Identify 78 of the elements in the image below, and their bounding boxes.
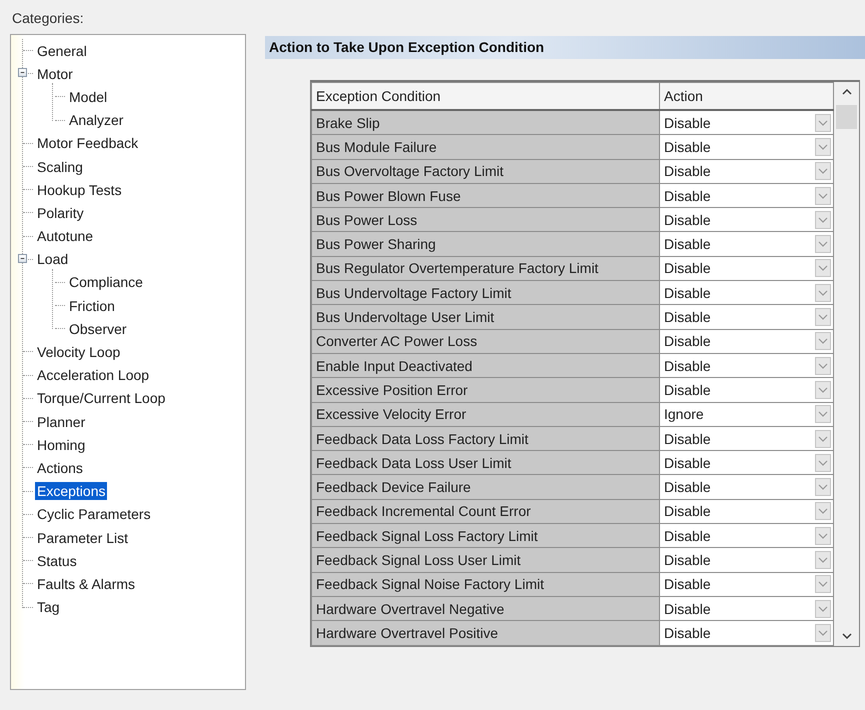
condition-cell: Feedback Data Loss User Limit: [312, 450, 660, 475]
condition-cell: Feedback Data Loss Factory Limit: [312, 426, 660, 451]
tree-item[interactable]: Autotune: [35, 227, 96, 246]
condition-cell: Feedback Incremental Count Error: [312, 499, 660, 524]
collapse-icon[interactable]: [18, 254, 27, 263]
condition-cell: Feedback Signal Loss User Limit: [312, 548, 660, 572]
action-dropdown[interactable]: Disable: [660, 111, 834, 134]
tree-item[interactable]: Planner: [35, 412, 88, 431]
tree-item[interactable]: Motor: [35, 64, 75, 83]
tree-item[interactable]: Status: [35, 552, 79, 570]
tree-item[interactable]: Tag: [35, 598, 62, 616]
condition-cell: Hardware Overtravel Negative: [312, 596, 660, 621]
action-dropdown[interactable]: Disable: [660, 427, 834, 450]
tree-item[interactable]: General: [35, 42, 89, 60]
action-dropdown[interactable]: Disable: [660, 160, 834, 183]
action-dropdown[interactable]: Disable: [660, 524, 834, 548]
tree-item[interactable]: Torque/Current Loop: [35, 389, 168, 408]
tree-item[interactable]: Friction: [67, 296, 117, 315]
condition-cell: Enable Input Deactivated: [312, 353, 660, 378]
collapse-icon[interactable]: [18, 68, 27, 78]
condition-cell: Excessive Velocity Error: [312, 402, 660, 426]
action-dropdown[interactable]: Disable: [660, 330, 834, 353]
action-dropdown[interactable]: Disable: [660, 281, 834, 304]
action-dropdown[interactable]: Disable: [660, 621, 834, 644]
condition-cell: Feedback Device Failure: [312, 474, 660, 500]
condition-cell: Converter AC Power Loss: [312, 329, 660, 354]
tree-item[interactable]: Motor Feedback: [35, 134, 140, 152]
action-dropdown[interactable]: Disable: [660, 306, 834, 329]
condition-cell: Bus Overvoltage Factory Limit: [312, 159, 660, 184]
scroll-thumb[interactable]: [836, 105, 858, 129]
action-dropdown[interactable]: Disable: [660, 597, 834, 620]
action-dropdown[interactable]: Disable: [660, 208, 834, 232]
tree-item[interactable]: Analyzer: [67, 111, 126, 130]
action-dropdown[interactable]: Disable: [660, 135, 834, 158]
condition-cell: Bus Power Blown Fuse: [312, 183, 660, 208]
tree-item[interactable]: Acceleration Loop: [35, 366, 152, 384]
tree-item[interactable]: Velocity Loop: [35, 343, 122, 362]
scroll-down-icon[interactable]: [842, 632, 852, 639]
condition-cell: Feedback Signal Noise Factory Limit: [312, 572, 660, 596]
action-dropdown[interactable]: Disable: [660, 572, 834, 596]
column-header: Exception Condition: [312, 82, 660, 110]
condition-cell: Bus Module Failure: [312, 134, 660, 160]
condition-cell: Feedback Signal Loss Factory Limit: [312, 524, 660, 548]
condition-cell: Brake Slip: [312, 110, 660, 135]
action-dropdown[interactable]: Disable: [660, 184, 834, 208]
action-dropdown[interactable]: Disable: [660, 354, 834, 378]
condition-cell: Bus Undervoltage User Limit: [312, 304, 660, 330]
tree-item[interactable]: Scaling: [35, 158, 85, 176]
action-dropdown[interactable]: Disable: [660, 476, 834, 499]
tree-item[interactable]: Polarity: [35, 204, 86, 222]
tree-item[interactable]: Observer: [67, 320, 129, 338]
tree-item[interactable]: Hookup Tests: [35, 180, 124, 199]
condition-cell: Bus Undervoltage Factory Limit: [312, 280, 660, 305]
action-dropdown[interactable]: Disable: [660, 451, 834, 474]
condition-cell: Bus Regulator Overtemperature Factory Limit: [312, 256, 660, 281]
action-dropdown[interactable]: Disable: [660, 548, 834, 572]
action-dropdown[interactable]: Disable: [660, 378, 834, 402]
section-header: Action to Take Upon Exception Condition: [265, 36, 865, 59]
column-header: Action: [660, 82, 834, 110]
scroll-up-icon[interactable]: [842, 89, 852, 95]
tree-item[interactable]: Compliance: [67, 273, 145, 292]
tree-item[interactable]: Load: [35, 250, 70, 268]
action-dropdown[interactable]: Disable: [660, 232, 834, 256]
condition-cell: Bus Power Sharing: [312, 232, 660, 256]
tree-item[interactable]: Exceptions: [35, 482, 108, 500]
action-dropdown[interactable]: Disable: [660, 256, 834, 280]
tree-item[interactable]: Faults & Alarms: [35, 574, 138, 593]
tree-item[interactable]: Actions: [35, 458, 85, 477]
tree-item[interactable]: Model: [67, 88, 110, 106]
categories-label: Categories:: [12, 9, 85, 28]
action-dropdown[interactable]: Ignore: [660, 402, 834, 426]
tree-item[interactable]: Homing: [35, 436, 88, 454]
condition-cell: Bus Power Loss: [312, 208, 660, 232]
tree-item[interactable]: Parameter List: [35, 528, 130, 547]
tree-item[interactable]: Cyclic Parameters: [35, 505, 153, 524]
condition-cell: Hardware Overtravel Positive: [312, 620, 660, 646]
action-dropdown[interactable]: Disable: [660, 500, 834, 523]
condition-cell: Excessive Position Error: [312, 378, 660, 402]
